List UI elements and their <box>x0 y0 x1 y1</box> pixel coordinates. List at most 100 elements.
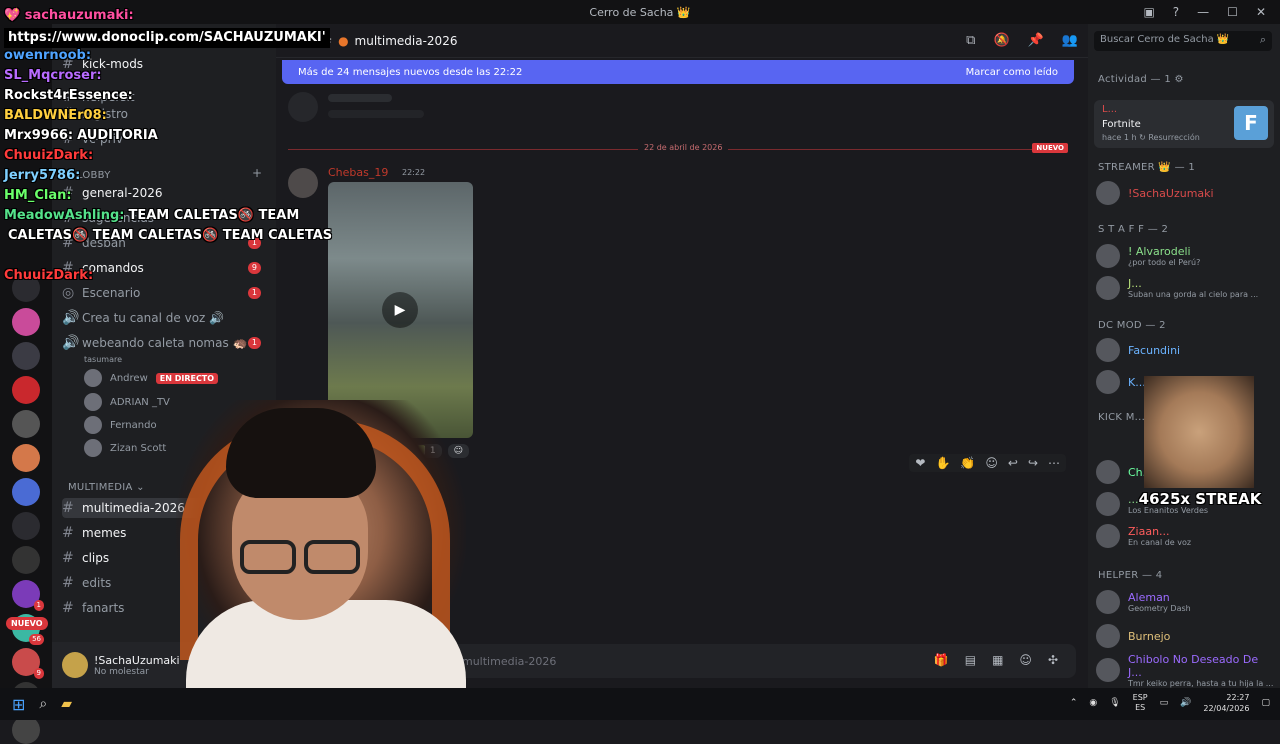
date-divider: 22 de abril de 2026 NUEVO <box>288 143 1068 153</box>
avatar[interactable] <box>1096 590 1120 614</box>
language-indicator[interactable]: ESP ES <box>1133 693 1148 713</box>
message-toolbar: ❤ ✋ 👏 ☺ ↩ ↪ ⋯ <box>909 454 1066 472</box>
avatar[interactable] <box>1096 492 1120 516</box>
reply-icon[interactable]: ↩ <box>1008 456 1018 470</box>
add-reaction-icon[interactable]: ☺ <box>985 456 998 470</box>
avatar[interactable] <box>84 369 102 387</box>
member-item[interactable]: J... Suban una gorda al cielo para ... <box>1096 274 1274 302</box>
voice-user[interactable]: ADRIAN _TV <box>84 392 170 412</box>
new-servers-pill[interactable]: NUEVO <box>6 617 48 630</box>
pin-icon[interactable]: 📌 <box>1028 33 1044 48</box>
network-icon[interactable]: ◉ <box>1089 698 1097 708</box>
chat-overlay-user: MeadowAshling: <box>4 208 125 223</box>
apps-icon[interactable]: ✣ <box>1048 653 1058 667</box>
start-icon[interactable]: ⊞ <box>12 695 25 714</box>
streak-image <box>1144 376 1254 488</box>
avatar[interactable] <box>84 393 102 411</box>
mic-icon[interactable]: 🎙 <box>1109 698 1120 708</box>
more-icon[interactable]: ⋯ <box>1048 456 1060 470</box>
category-multimedia[interactable]: MULTIMEDIA ⌄ <box>68 482 145 493</box>
clock[interactable]: 22:27 22/04/2026 <box>1203 692 1249 714</box>
minimize-button[interactable]: — <box>1197 5 1209 19</box>
activity-category: Actividad — 1 ⚙ <box>1098 74 1184 85</box>
speaker-icon: 🔊 <box>62 335 80 351</box>
live-badge: EN DIRECTO <box>155 372 219 384</box>
member-item[interactable]: Aleman Geometry Dash <box>1096 588 1274 616</box>
stream-chat-overlay: https://www.donoclip.com/SACHAUZUMAKI' 💖… <box>0 0 332 290</box>
avatar[interactable] <box>1096 624 1120 648</box>
sticker-icon[interactable]: ▦ <box>992 653 1003 667</box>
maximize-button[interactable]: ☐ <box>1227 5 1238 19</box>
avatar[interactable] <box>1096 524 1120 548</box>
notifications-icon[interactable]: ▢ <box>1261 698 1270 708</box>
file-explorer-icon[interactable]: ▰ <box>61 696 72 712</box>
avatar[interactable] <box>1096 370 1120 394</box>
search-input[interactable]: Buscar Cerro de Sacha 👑 ⌕ <box>1094 31 1272 51</box>
member-item[interactable]: Burnejo <box>1096 622 1274 650</box>
tray-chevron-icon[interactable]: ⌃ <box>1070 698 1078 708</box>
members-icon[interactable]: 👥 <box>1062 33 1078 48</box>
display-icon[interactable]: ▭ <box>1160 698 1169 708</box>
webcam-hair <box>226 408 376 498</box>
avatar[interactable] <box>1096 460 1120 484</box>
search-icon[interactable]: ⌕ <box>39 696 47 712</box>
channel-item[interactable]: 🔊 Crea tu canal de voz 🔊 <box>62 308 267 328</box>
threads-icon[interactable]: ⧉ <box>966 33 975 48</box>
gif-icon[interactable]: ▤ <box>965 653 976 667</box>
chat-overlay-user: ChuuizDark: <box>4 268 94 283</box>
server-icon[interactable] <box>12 410 40 438</box>
channel-item[interactable]: 🔊 webeando caleta nomas 🦔 1 <box>62 333 267 353</box>
chat-overlay-user: Mrx9966: <box>4 128 74 143</box>
chat-overlay-user: HM_Clan: <box>4 188 72 203</box>
server-icon[interactable]: 1 <box>12 580 44 611</box>
server-icon[interactable] <box>12 342 40 370</box>
message-author[interactable]: Chebas_19 <box>328 166 388 179</box>
member-item[interactable]: Chibolo No Deseado De J... Tmr keiko perr… <box>1096 653 1274 688</box>
avatar[interactable] <box>62 652 88 678</box>
member-item[interactable]: Ziaan... En canal de voz <box>1096 522 1274 550</box>
donation-link: https://www.donoclip.com/SACHAUZUMAKI' <box>4 28 330 48</box>
server-icon[interactable] <box>12 308 40 336</box>
heart-reaction-icon[interactable]: ❤ <box>915 456 925 470</box>
member-name: !SachaUzumaki <box>1128 186 1214 200</box>
emoji-reaction-icon[interactable]: ✋ <box>935 456 950 470</box>
avatar[interactable] <box>84 439 102 457</box>
mark-read-button[interactable]: Marcar como leído <box>966 67 1058 78</box>
clap-reaction-icon[interactable]: 👏 <box>960 456 975 470</box>
chat-overlay-user: ChuuizDark: <box>4 148 94 163</box>
taskbar: ⊞ ⌕ ▰ ⌃ ◉ 🎙 ESP ES ▭ 🔊 22:27 22/04/2026 ▢ <box>0 688 1280 720</box>
play-icon[interactable]: ▶ <box>382 292 418 328</box>
voice-user[interactable]: Andrew EN DIRECTO <box>84 368 219 388</box>
avatar[interactable] <box>1096 181 1120 205</box>
notifications-icon[interactable]: 🔕 <box>993 33 1009 48</box>
server-icon[interactable] <box>12 478 40 506</box>
server-icon[interactable] <box>12 716 40 744</box>
member-item[interactable]: Facundini <box>1096 336 1274 364</box>
avatar[interactable] <box>1096 244 1120 268</box>
server-icon[interactable] <box>12 546 40 574</box>
chat-overlay-user: SL_Mqcroser: <box>4 68 102 83</box>
avatar[interactable] <box>1096 276 1120 300</box>
gift-icon[interactable]: 🎁 <box>934 653 949 667</box>
help-icon[interactable]: ? <box>1173 5 1179 19</box>
close-button[interactable]: ✕ <box>1256 5 1266 19</box>
member-name: Aleman <box>1128 591 1170 604</box>
avatar[interactable] <box>1096 658 1120 682</box>
voice-user[interactable]: Fernando <box>84 415 157 435</box>
server-icon[interactable] <box>12 376 40 404</box>
member-item[interactable]: ! Alvarodeli ¿por todo el Perú? <box>1096 242 1274 270</box>
server-icon[interactable]: 9 <box>12 648 44 679</box>
server-icon[interactable] <box>12 512 40 540</box>
avatar[interactable] <box>84 416 102 434</box>
volume-icon[interactable]: 🔊 <box>1180 698 1191 708</box>
server-icon[interactable] <box>12 444 40 472</box>
avatar[interactable] <box>1096 338 1120 362</box>
member-item[interactable]: !SachaUzumaki <box>1096 179 1274 207</box>
voice-user[interactable]: Zizan Scott <box>84 438 166 458</box>
forward-icon[interactable]: ↪ <box>1028 456 1038 470</box>
emoji-icon[interactable]: ☺ <box>1019 653 1032 667</box>
new-messages-banner[interactable]: Más de 24 mensajes nuevos desde las 22:2… <box>282 60 1074 84</box>
server-badge: 9 <box>33 668 44 679</box>
inbox-icon[interactable]: ▣ <box>1143 5 1154 19</box>
activity-card[interactable]: L... Fortnite hace 1 h ↻ Resurrección F <box>1094 100 1274 148</box>
